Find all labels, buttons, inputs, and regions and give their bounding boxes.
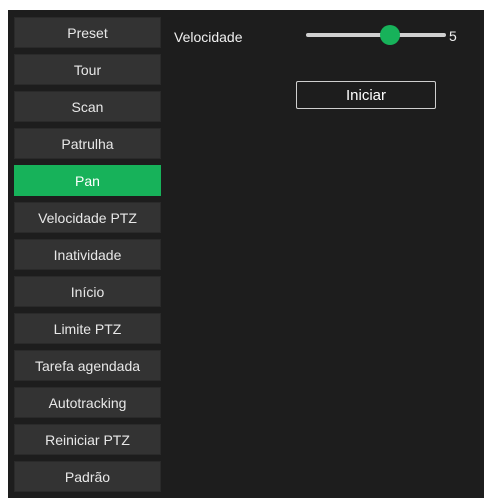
- speed-label: Velocidade: [174, 29, 243, 45]
- menu-item-pan[interactable]: Pan: [14, 165, 161, 196]
- speed-slider-track[interactable]: [306, 33, 446, 37]
- speed-slider[interactable]: [306, 25, 446, 45]
- menu-item-preset[interactable]: Preset: [14, 17, 161, 48]
- menu-item-tour[interactable]: Tour: [14, 54, 161, 85]
- speed-slider-thumb[interactable]: [380, 25, 400, 45]
- menu-item-reiniciar-ptz[interactable]: Reiniciar PTZ: [14, 424, 161, 455]
- menu-item-limite-ptz[interactable]: Limite PTZ: [14, 313, 161, 344]
- menu-item-velocidade-ptz[interactable]: Velocidade PTZ: [14, 202, 161, 233]
- menu-item-autotracking[interactable]: Autotracking: [14, 387, 161, 418]
- start-button[interactable]: Iniciar: [296, 81, 436, 109]
- menu-item-inatividade[interactable]: Inatividade: [14, 239, 161, 270]
- speed-value: 5: [449, 28, 457, 44]
- menu-item-tarefa-agendada[interactable]: Tarefa agendada: [14, 350, 161, 381]
- menu-item-scan[interactable]: Scan: [14, 91, 161, 122]
- menu-item-padrao[interactable]: Padrão: [14, 461, 161, 492]
- menu-item-inicio[interactable]: Início: [14, 276, 161, 307]
- menu-item-patrulha[interactable]: Patrulha: [14, 128, 161, 159]
- ptz-menu: Preset Tour Scan Patrulha Pan Velocidade…: [14, 17, 161, 498]
